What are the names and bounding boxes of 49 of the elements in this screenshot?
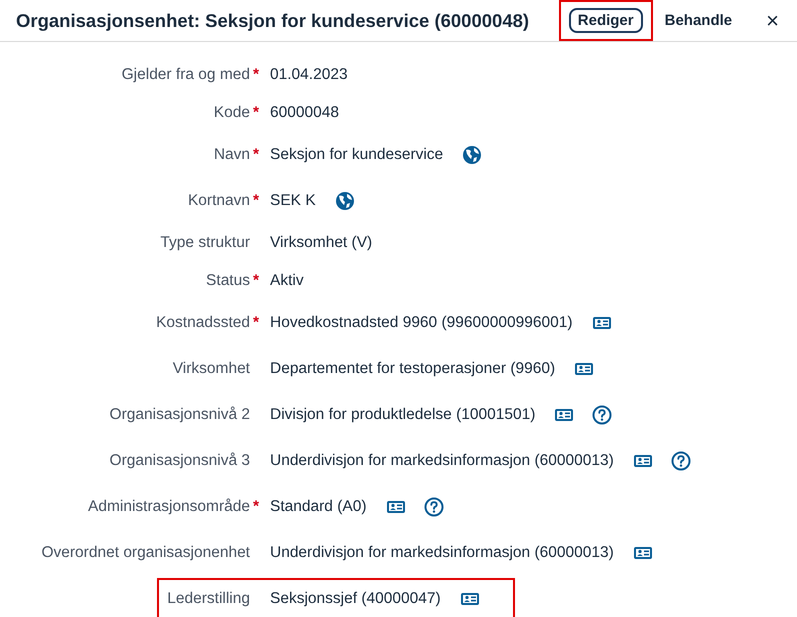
field-label: Organisasjonsnivå 3	[110, 452, 250, 470]
field-label: Overordnet organisasjonenhet	[41, 544, 250, 562]
contact-card-icon[interactable]	[554, 407, 574, 423]
field-label: Lederstilling	[167, 590, 250, 608]
help-icon[interactable]	[592, 405, 612, 425]
contact-card-icon[interactable]	[632, 453, 653, 469]
field-value: Divisjon for produktledelse (10001501)	[270, 406, 536, 424]
field-value: Seksjon for kundeservice	[270, 146, 444, 164]
contact-card-icon[interactable]	[592, 315, 612, 331]
field-value: Underdivisjon for markedsinformasjon (60000013)	[270, 452, 614, 470]
contact-card-icon[interactable]	[574, 361, 594, 377]
globe-icon[interactable]	[462, 145, 482, 165]
field-value: Hovedkostnadsted 9960 (99600000996001)	[270, 314, 572, 332]
contact-card-icon[interactable]	[632, 545, 653, 561]
field-label: Gjelder fra og med	[122, 66, 250, 84]
required-mark: *	[253, 146, 260, 164]
globe-icon[interactable]	[334, 191, 355, 211]
contact-card-icon[interactable]	[460, 591, 480, 607]
field-value: SEK K	[270, 192, 316, 210]
field-value: Aktiv	[270, 272, 304, 290]
required-mark: *	[253, 272, 260, 290]
required-mark: *	[253, 314, 260, 332]
field-label: Navn	[214, 146, 250, 164]
action-link[interactable]: Behandle	[656, 9, 740, 32]
field-label: Type struktur	[160, 234, 250, 252]
field-value: 01.04.2023	[270, 66, 348, 84]
dialog-title: Organisasjonsenhet: Seksjon for kundeservice (60000048)	[16, 10, 530, 32]
field-label: Administrasjonsområde	[88, 498, 250, 516]
close-button[interactable]: ×	[758, 8, 787, 34]
field-label: Kostnadssted	[156, 314, 250, 332]
field-label: Organisasjonsnivå 2	[110, 406, 250, 424]
field-value: Seksjonssjef (40000047)	[270, 590, 441, 608]
required-mark: *	[253, 498, 260, 516]
field-value: Departementet for testoperasjoner (9960)	[270, 360, 556, 378]
field-label: Kode	[214, 104, 250, 122]
field-value: Virksomhet (V)	[270, 234, 372, 252]
field-label: Kortnavn	[188, 192, 250, 210]
required-mark: *	[253, 104, 260, 122]
field-value: Underdivisjon for markedsinformasjon (60000013)	[270, 544, 614, 562]
required-mark: *	[253, 192, 260, 210]
contact-card-icon[interactable]	[386, 499, 406, 515]
field-label: Virksomhet	[172, 360, 250, 378]
field-label: Status	[206, 272, 250, 290]
required-mark: *	[253, 66, 260, 84]
field-value: Standard (A0)	[270, 498, 366, 516]
help-icon[interactable]	[670, 451, 691, 471]
help-icon[interactable]	[424, 497, 444, 517]
field-value: 60000048	[270, 104, 339, 122]
edit-button[interactable]: Rediger	[568, 8, 643, 33]
